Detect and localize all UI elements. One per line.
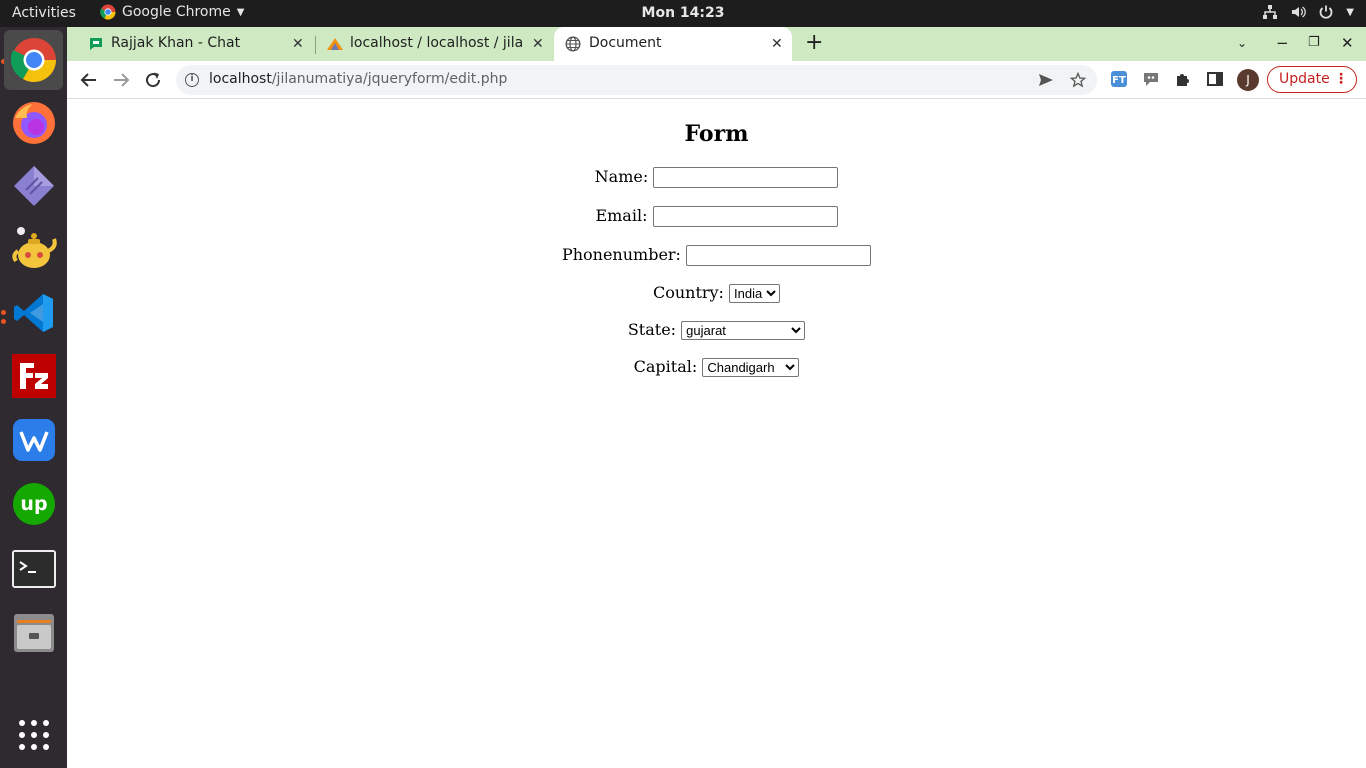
tab-title: localhost / localhost / jilar: [350, 35, 524, 51]
tab-title: Rajjak Khan - Chat: [111, 35, 241, 51]
dock-upwork[interactable]: up: [4, 474, 63, 534]
state-row: State: gujarat: [67, 320, 1366, 340]
phone-label: Phonenumber:: [561, 245, 681, 264]
phone-input[interactable]: [686, 245, 872, 266]
email-input[interactable]: [652, 206, 838, 227]
page-content: Form Name: Email: Phonenumber: Country: …: [67, 100, 1366, 768]
files-icon: [13, 614, 54, 652]
back-arrow-icon[interactable]: [80, 71, 98, 89]
system-top-bar: Activities Google Chrome ▼ Mon 14:23 ▼: [0, 0, 1366, 27]
name-row: Name:: [67, 167, 1366, 188]
terminal-icon: [11, 550, 56, 588]
extension-ft-icon[interactable]: FT: [1110, 70, 1128, 88]
new-tab-button[interactable]: +: [805, 32, 823, 54]
form-title: Form: [684, 121, 749, 147]
name-input[interactable]: [653, 167, 839, 188]
email-label: Email:: [595, 206, 648, 225]
capital-select[interactable]: Chandigarh: [702, 358, 800, 377]
svg-text:FT: FT: [1112, 75, 1126, 86]
tab-search-chevron-icon[interactable]: ⌄: [1237, 36, 1247, 50]
close-icon[interactable]: ✕: [292, 36, 304, 52]
more-menu-icon[interactable]: ⋮: [1334, 67, 1348, 92]
puzzle-icon[interactable]: [1174, 70, 1192, 88]
url-text[interactable]: localhost/jilanumatiya/jqueryform/edit.p…: [209, 71, 507, 87]
close-icon[interactable]: ✕: [532, 36, 544, 52]
tab-chat[interactable]: Rajjak Khan - Chat ✕: [75, 27, 315, 61]
minimize-icon[interactable]: −: [1276, 34, 1289, 52]
address-bar[interactable]: i localhost/jilanumatiya/jqueryform/edit…: [176, 65, 1097, 95]
volume-icon: [1292, 6, 1307, 18]
url-path: /jilanumatiya/jqueryform/edit.php: [271, 71, 508, 87]
reload-icon[interactable]: [144, 71, 162, 89]
upwork-icon: up: [12, 483, 55, 525]
filezilla-icon: [11, 354, 56, 398]
network-icon: [1263, 5, 1278, 19]
dock-teapot[interactable]: [4, 219, 63, 279]
capital-label: Capital:: [633, 357, 698, 376]
capital-row: Capital: Chandigarh: [67, 357, 1366, 377]
state-label: State:: [627, 320, 677, 339]
chevron-down-icon: ▼: [1346, 6, 1354, 18]
tab-phpmyadmin[interactable]: localhost / localhost / jilar ✕: [316, 27, 553, 61]
country-select[interactable]: India: [729, 284, 781, 303]
name-label: Name:: [594, 167, 649, 186]
forward-arrow-icon[interactable]: [112, 71, 130, 89]
dock-show-apps[interactable]: [4, 705, 63, 765]
extension-chat-icon[interactable]: [1142, 70, 1160, 88]
power-icon: [1319, 5, 1333, 19]
firefox-icon: [12, 102, 55, 144]
code-editor-icon: [13, 166, 54, 206]
side-panel-icon[interactable]: [1206, 70, 1224, 88]
country-label: Country:: [652, 283, 724, 302]
wps-icon: [12, 419, 55, 461]
dock-filezilla[interactable]: [4, 346, 63, 406]
browser-toolbar: i localhost/jilanumatiya/jqueryform/edit…: [67, 61, 1366, 99]
close-icon[interactable]: ✕: [771, 36, 783, 52]
send-icon[interactable]: [1038, 73, 1054, 87]
dock-vscode[interactable]: [4, 283, 63, 343]
clock[interactable]: Mon 14:23: [0, 5, 1366, 21]
svg-text:up: up: [20, 493, 47, 515]
update-button[interactable]: Update ⋮: [1267, 66, 1357, 93]
phpmyadmin-icon: [327, 38, 343, 50]
system-tray[interactable]: ▼: [1262, 4, 1354, 20]
vscode-icon: [13, 294, 53, 332]
update-label: Update: [1279, 71, 1330, 87]
tab-document[interactable]: Document ✕: [554, 27, 792, 61]
email-row: Email:: [67, 206, 1366, 227]
dock-wps[interactable]: [4, 410, 63, 470]
close-window-icon[interactable]: ✕: [1341, 34, 1354, 52]
info-icon[interactable]: i: [185, 73, 199, 87]
star-icon[interactable]: [1070, 72, 1086, 88]
teapot-icon: [11, 227, 57, 268]
dock-terminal[interactable]: [4, 539, 63, 599]
chat-icon: [90, 38, 102, 50]
phone-row: Phonenumber:: [67, 245, 1366, 266]
dock-firefox[interactable]: [4, 93, 63, 153]
dock-chrome[interactable]: [4, 30, 63, 90]
restore-icon[interactable]: ❐: [1308, 35, 1320, 50]
tab-strip: Rajjak Khan - Chat ✕ localhost / localho…: [67, 27, 1366, 61]
dock-editor[interactable]: [4, 156, 63, 216]
chrome-icon: [10, 38, 56, 82]
globe-icon: [565, 36, 581, 52]
dock-files[interactable]: [4, 603, 63, 663]
app-grid-icon: [18, 720, 49, 750]
profile-avatar[interactable]: J: [1237, 69, 1259, 91]
dock: up: [0, 27, 67, 768]
state-select[interactable]: gujarat: [681, 321, 806, 340]
url-host: localhost: [209, 71, 272, 87]
tab-title: Document: [589, 35, 662, 51]
country-row: Country: India: [67, 283, 1366, 303]
